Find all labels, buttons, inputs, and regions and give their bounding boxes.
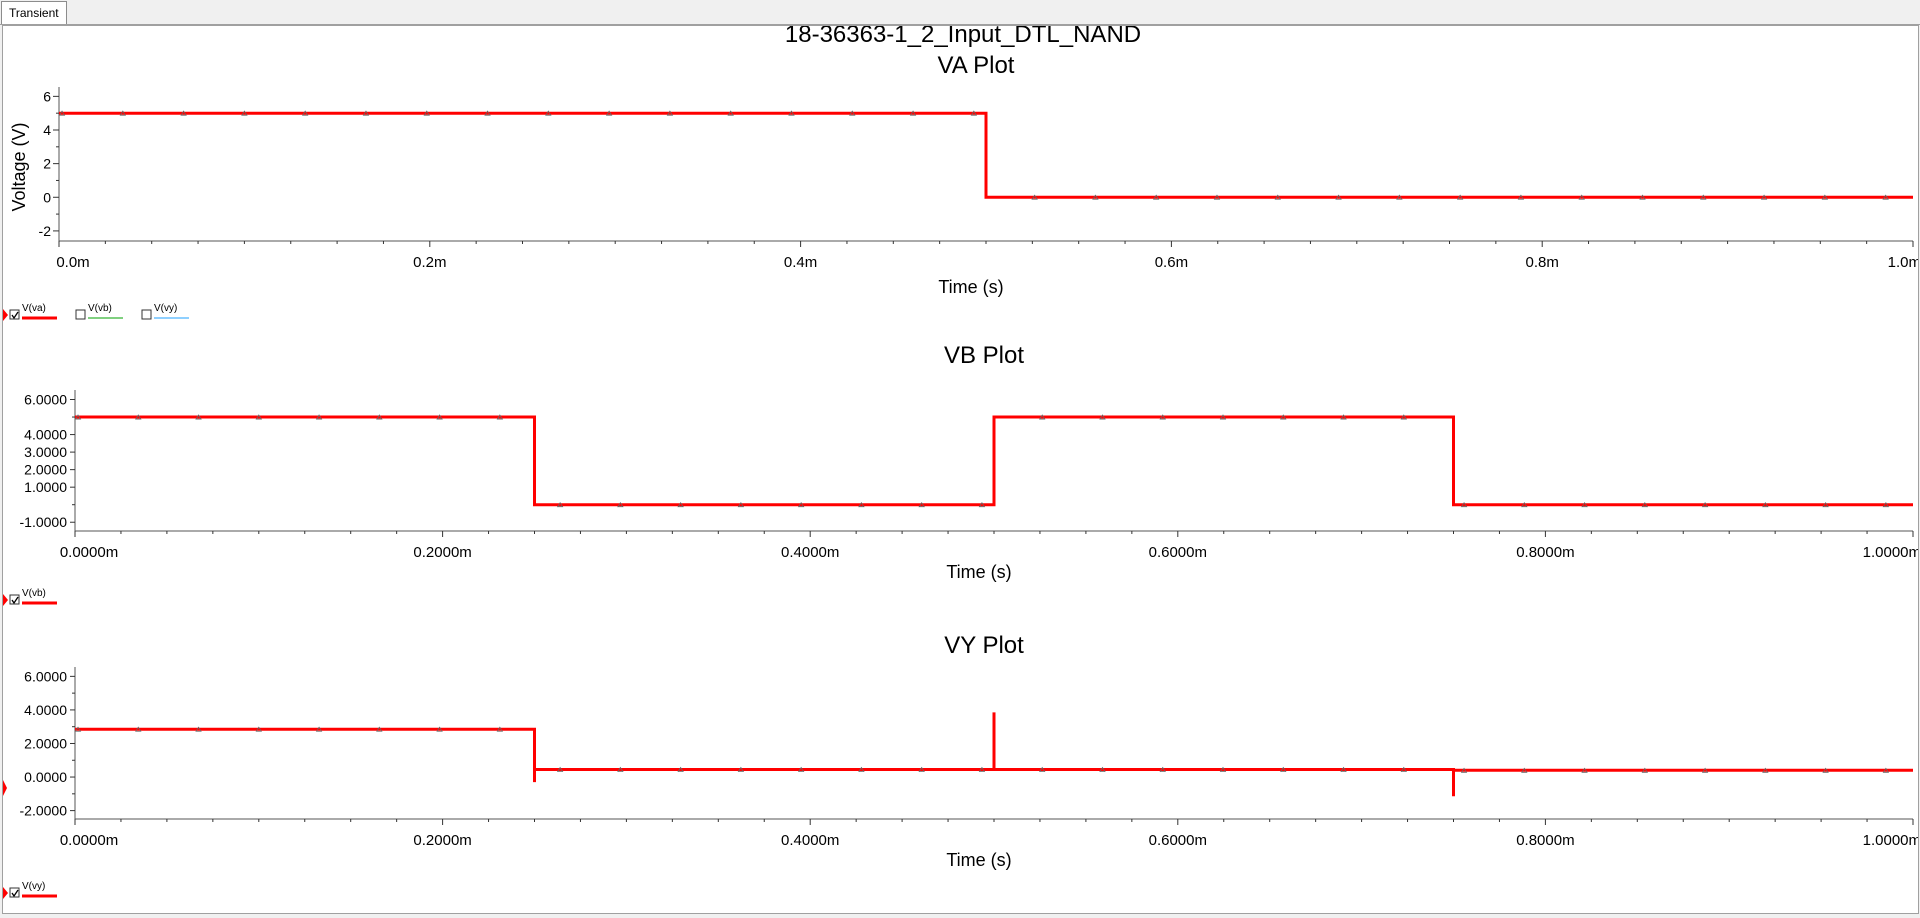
series-line <box>59 111 1913 199</box>
y-tick-label: 4.0000 <box>24 427 67 443</box>
legend-marker-icon <box>3 887 8 899</box>
y-tick-label: 6.0000 <box>24 668 67 684</box>
x-tick-label: 0.0m <box>56 254 89 271</box>
x-tick-label: 1.0000m <box>1863 544 1918 561</box>
legend-label: V(vb) <box>88 303 112 314</box>
page-title: 18-36363-1_2_Input_DTL_NAND <box>785 26 1141 48</box>
chart-title: VA Plot <box>938 52 1015 79</box>
x-tick-label: 0.4m <box>784 254 817 271</box>
x-tick-label: 0.4000m <box>781 832 839 849</box>
cursor-marker-icon[interactable] <box>3 780 7 796</box>
x-tick-label: 0.8000m <box>1516 544 1574 561</box>
y-axis-label: Voltage (V) <box>9 122 29 211</box>
legend-checkbox[interactable] <box>75 309 86 320</box>
legend-label: V(vy) <box>154 303 177 314</box>
y-tick-label: 4.0000 <box>24 702 67 718</box>
x-tick-label: 0.8000m <box>1516 832 1574 849</box>
y-tick-label: 1.0000 <box>24 479 67 495</box>
x-tick-label: 0.6m <box>1155 254 1188 271</box>
legend-label: V(vy) <box>22 881 45 892</box>
series-line <box>75 415 1913 507</box>
x-tick-label: 0.0000m <box>60 832 118 849</box>
legend-checkbox[interactable] <box>141 309 152 320</box>
y-tick-label: 0.0000 <box>24 769 67 785</box>
chart-2: VB Plot -1.0000 1.00002.0000 3.00004.0000 6.… <box>3 342 1920 606</box>
y-tick-label: 6 <box>43 88 51 104</box>
x-axis-label: Time (s) <box>946 850 1011 870</box>
x-tick-label: 0.4000m <box>781 544 839 561</box>
y-tick-label: 3.0000 <box>24 444 67 460</box>
x-tick-label: 0.6000m <box>1149 832 1207 849</box>
legend-label: V(vb) <box>22 588 46 599</box>
x-axis-label: Time (s) <box>938 277 1003 297</box>
y-tick-label: 2.0000 <box>24 462 67 478</box>
y-tick-label: -2 <box>39 223 52 239</box>
plots-svg: 18-36363-1_2_Input_DTL_NAND VA Plot -2 0 2 4… <box>3 21 1920 899</box>
y-tick-label: -2.0000 <box>20 803 68 819</box>
x-tick-label: 1.0m <box>1888 254 1918 271</box>
x-tick-label: 0.2000m <box>413 832 471 849</box>
x-tick-label: 0.0000m <box>60 544 118 561</box>
legend-label: V(va) <box>22 303 46 314</box>
tab-transient[interactable]: Transient <box>1 1 67 24</box>
legend-marker-icon <box>135 309 140 321</box>
x-tick-label: 0.2000m <box>413 544 471 561</box>
chart-1: VA Plot -2 0 2 4 6 0.0m 0.2m 0.4m 0.6m 0.8m 1.0m Tim… <box>3 52 1920 321</box>
y-tick-label: 4 <box>43 122 51 138</box>
chart-title: VY Plot <box>944 632 1024 659</box>
x-axis-label: Time (s) <box>946 562 1011 582</box>
y-tick-label: 2 <box>43 156 51 172</box>
series-line <box>75 712 1913 797</box>
y-tick-label: -1.0000 <box>20 514 68 530</box>
x-tick-label: 0.6000m <box>1149 544 1207 561</box>
x-tick-label: 0.8m <box>1526 254 1559 271</box>
legend-marker-icon <box>3 594 8 606</box>
tab-bar: Transient <box>0 0 1920 25</box>
chart-3: VY Plot -2.0000 0.0000 2.0000 4.0000 6.0000 0.… <box>3 632 1920 899</box>
legend-marker-icon <box>69 309 74 321</box>
y-tick-label: 6.0000 <box>24 392 67 408</box>
chart-title: VB Plot <box>944 342 1024 369</box>
x-tick-label: 0.2m <box>413 254 446 271</box>
y-tick-label: 2.0000 <box>24 735 67 751</box>
x-tick-label: 1.0000m <box>1863 832 1918 849</box>
legend-marker-icon <box>3 309 8 321</box>
plot-canvas: 18-36363-1_2_Input_DTL_NAND VA Plot -2 0 2 4… <box>2 21 1920 914</box>
y-tick-label: 0 <box>43 189 51 205</box>
